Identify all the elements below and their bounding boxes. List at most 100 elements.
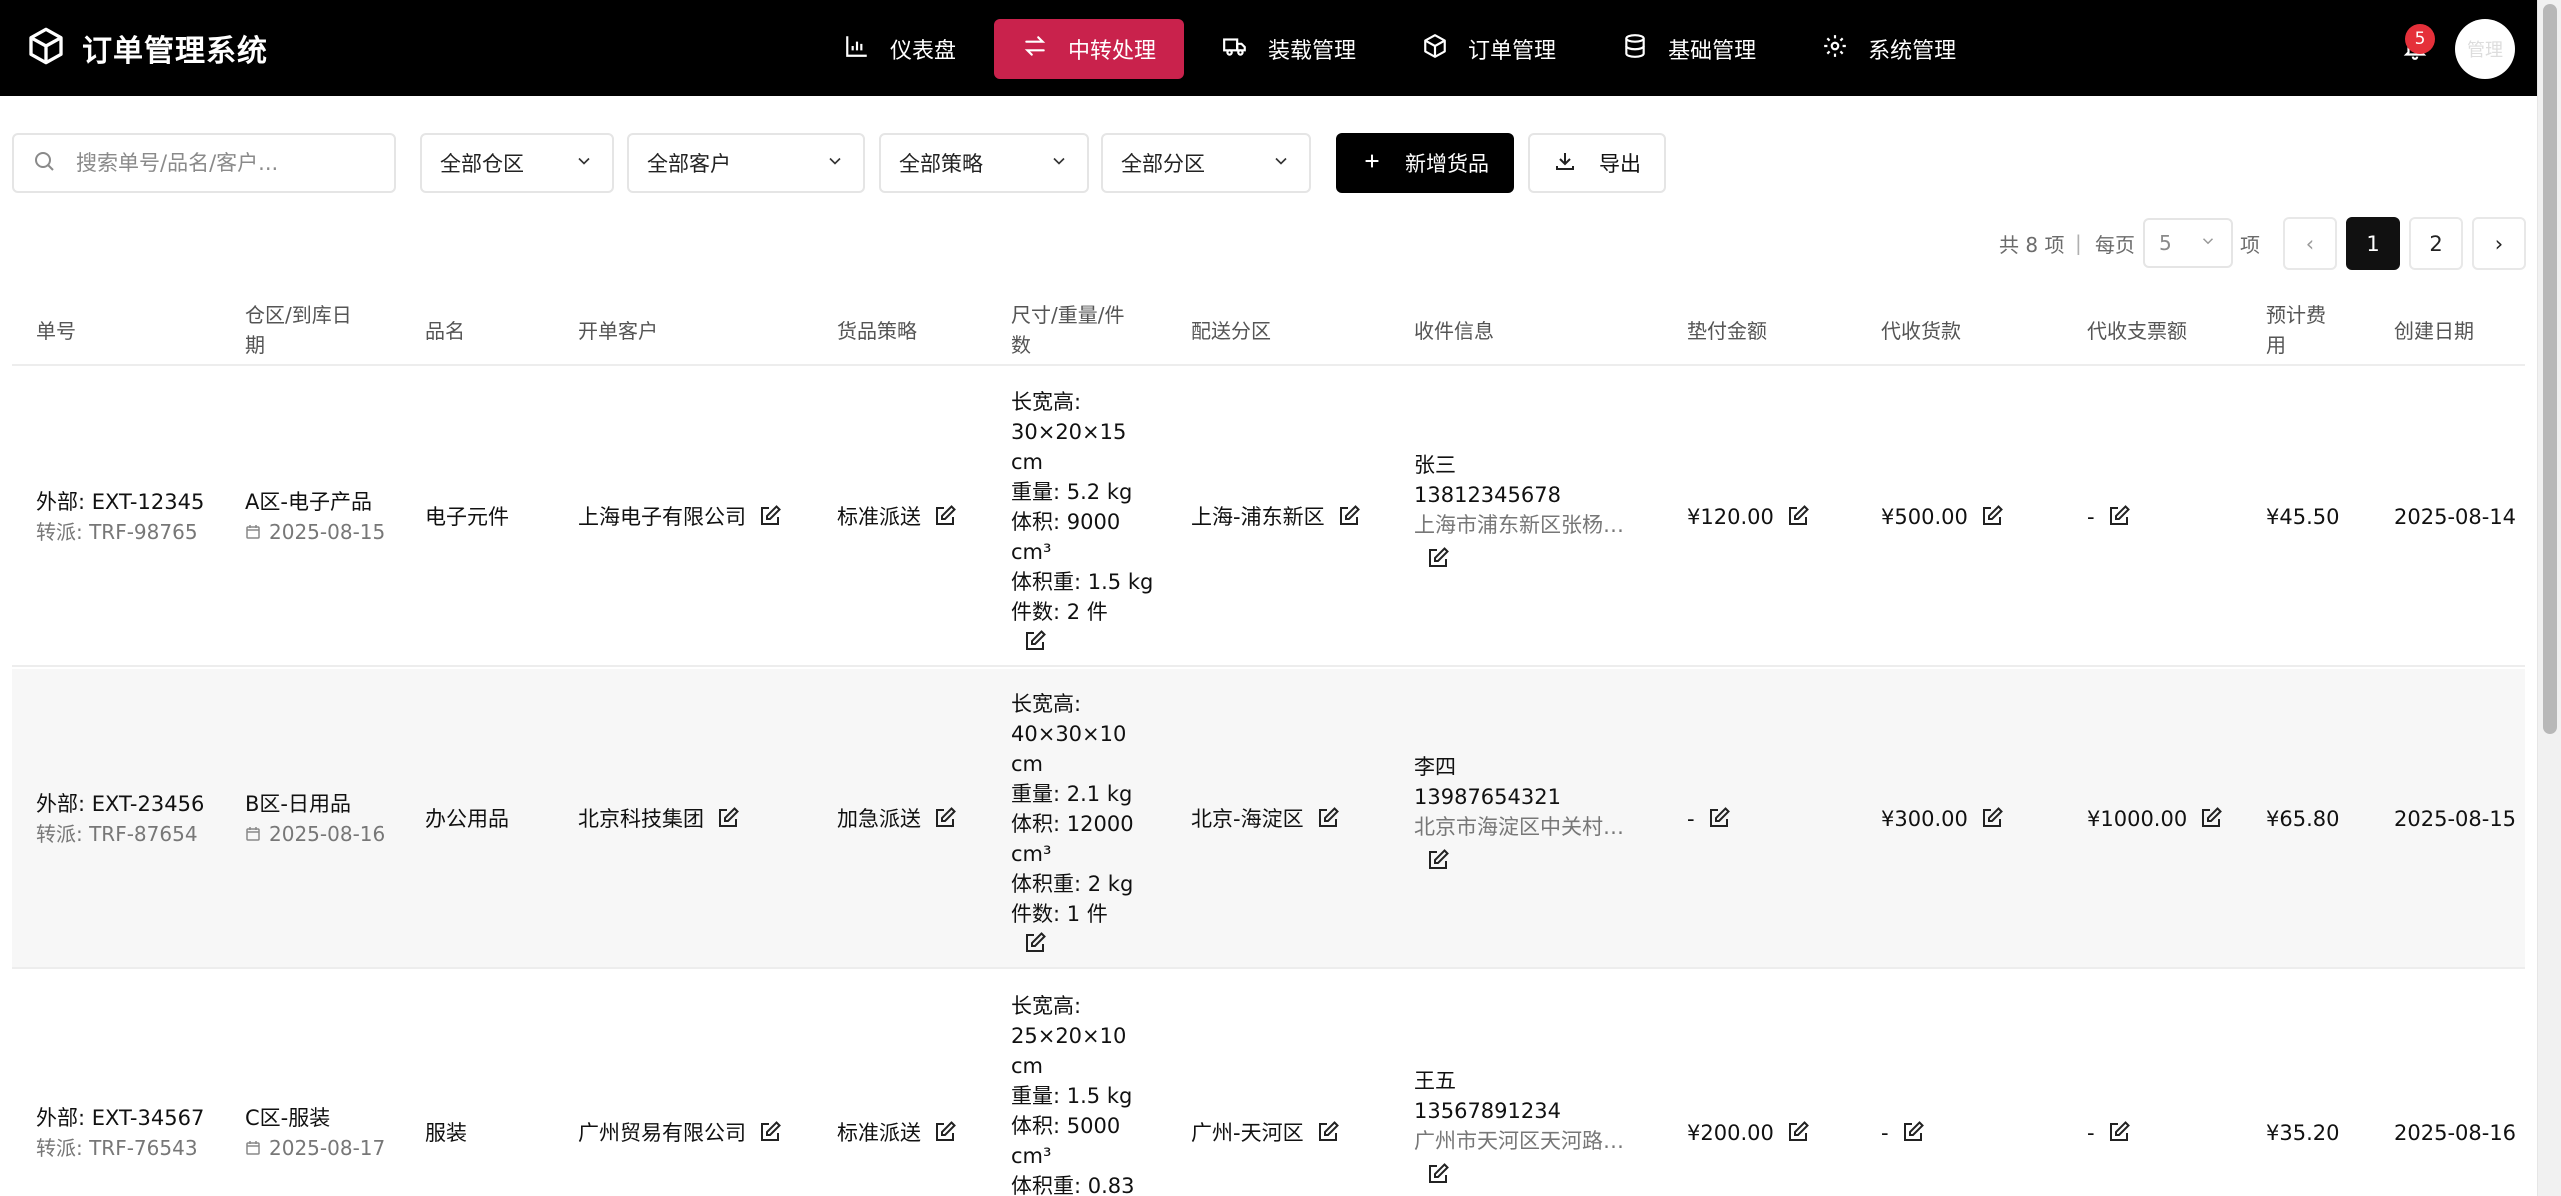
add-goods-button[interactable]: 新增货品 — [1336, 133, 1514, 193]
strategy-value: 标准派送 — [837, 505, 921, 529]
pager-separator: | — [2075, 231, 2082, 255]
dims-cell: 长宽高: 40×30×10 cm 重量: 2.1 kg 体积: 12000 cm… — [1011, 689, 1161, 959]
col-header-warehouse[interactable]: 仓区/到库日期 — [245, 300, 365, 360]
package-icon — [1422, 33, 1468, 65]
search-box[interactable] — [12, 133, 396, 193]
dims-label: 长宽高: — [1011, 692, 1082, 716]
dims-cell: 长宽高: 30×20×15 cm 重量: 5.2 kg 体积: 9000 cm³… — [1011, 387, 1161, 657]
edit-icon[interactable] — [2199, 806, 2223, 830]
nav-item-dashboard[interactable]: 仪表盘 — [816, 19, 984, 79]
edit-icon[interactable] — [1786, 1120, 1810, 1144]
zone-filter-select[interactable]: 全部分区 — [1101, 133, 1311, 193]
avatar[interactable]: 管理 — [2455, 19, 2515, 79]
vertical-scrollbar[interactable] — [2537, 0, 2561, 1196]
chevron-down-icon — [1271, 151, 1291, 176]
nav-item-system[interactable]: 系统管理 — [1794, 19, 1984, 79]
top-navigation-bar: 订单管理系统 仪表盘 中转处理 装载管理 订单管理 基础管理 系统管理 5 管理 — [0, 0, 2561, 96]
edit-icon[interactable] — [1316, 1120, 1340, 1144]
col-header-zone[interactable]: 配送分区 — [1191, 316, 1271, 346]
volume-unit: cm³ — [1011, 842, 1052, 866]
prev-page-button[interactable]: ‹ — [2283, 217, 2337, 270]
col-header-cod[interactable]: 代收货款 — [1881, 316, 1961, 346]
cod-value: ¥300.00 — [1881, 807, 1968, 831]
chevron-down-icon — [1049, 151, 1069, 176]
warehouse-area: A区-电子产品 — [245, 490, 372, 514]
col-header-strategy[interactable]: 货品策略 — [837, 316, 917, 346]
brand[interactable]: 订单管理系统 — [26, 26, 268, 70]
strategy-cell: 标准派送 — [837, 1118, 957, 1148]
edit-icon[interactable] — [933, 504, 957, 528]
col-header-fee[interactable]: 预计费用 — [2266, 300, 2336, 360]
table-row: 外部: EXT-34567 转派: TRF-76543 C区-服装 2025-0… — [12, 971, 2525, 1196]
page-button-1[interactable]: 1 — [2346, 217, 2400, 270]
edit-icon[interactable] — [933, 806, 957, 830]
nav-item-base[interactable]: 基础管理 — [1594, 19, 1784, 79]
next-page-button[interactable]: › — [2472, 217, 2526, 270]
edit-icon[interactable] — [1707, 806, 1731, 830]
edit-icon[interactable] — [1980, 504, 2004, 528]
page-size-select[interactable]: 5 — [2143, 218, 2233, 268]
edit-icon[interactable] — [1901, 1120, 1925, 1144]
product-name: 电子元件 — [425, 505, 509, 529]
table-row: 外部: EXT-23456 转派: TRF-87654 B区-日用品 2025-… — [12, 669, 2525, 969]
weight-value: 重量: 5.2 kg — [1011, 480, 1133, 504]
col-header-cheque[interactable]: 代收支票额 — [2087, 316, 2187, 346]
edit-icon[interactable] — [1316, 806, 1340, 830]
receiver-phone: 13812345678 — [1414, 483, 1561, 507]
scrollbar-thumb[interactable] — [2543, 4, 2557, 734]
edit-icon[interactable] — [758, 504, 782, 528]
weight-value: 重量: 1.5 kg — [1011, 1084, 1133, 1108]
strategy-filter-select[interactable]: 全部策略 — [879, 133, 1089, 193]
edit-icon[interactable] — [1023, 931, 1047, 955]
nav-item-orders[interactable]: 订单管理 — [1394, 19, 1584, 79]
nav-item-label: 中转处理 — [1068, 39, 1157, 64]
warehouse-filter-select[interactable]: 全部仓区 — [420, 133, 614, 193]
col-header-product[interactable]: 品名 — [425, 316, 465, 346]
volume-value: 体积: 5000 — [1011, 1114, 1121, 1138]
add-goods-label: 新增货品 — [1405, 152, 1489, 176]
edit-icon[interactable] — [1426, 848, 1450, 872]
customer-filter-select[interactable]: 全部客户 — [627, 133, 865, 193]
warehouse-cell: B区-日用品 2025-08-16 — [245, 789, 385, 849]
nav-item-loading[interactable]: 装载管理 — [1194, 19, 1384, 79]
receiver-phone: 13987654321 — [1414, 785, 1561, 809]
edit-icon[interactable] — [716, 806, 740, 830]
customer-name: 广州贸易有限公司 — [578, 1121, 746, 1145]
advance-value: ¥200.00 — [1687, 1121, 1774, 1145]
pieces-value: 件数: 2 件 — [1011, 600, 1108, 624]
customer-cell: 北京科技集团 — [578, 804, 740, 834]
edit-icon[interactable] — [1337, 504, 1361, 528]
edit-icon[interactable] — [1980, 806, 2004, 830]
external-order-no: 外部: EXT-34567 — [36, 1106, 205, 1130]
volume-value: 体积: 9000 — [1011, 510, 1121, 534]
edit-icon[interactable] — [1426, 546, 1450, 570]
strategy-value: 标准派送 — [837, 1121, 921, 1145]
edit-icon[interactable] — [933, 1120, 957, 1144]
page-button-2[interactable]: 2 — [2409, 217, 2463, 270]
edit-icon[interactable] — [1786, 504, 1810, 528]
dims-value: 40×30×10 cm — [1011, 722, 1127, 776]
edit-icon[interactable] — [2107, 1120, 2131, 1144]
edit-icon[interactable] — [2107, 504, 2131, 528]
nav-item-transfer[interactable]: 中转处理 — [994, 19, 1185, 79]
strategy-value: 加急派送 — [837, 807, 921, 831]
volume-weight-value: 体积重: 1.5 kg — [1011, 570, 1154, 594]
col-header-receiver[interactable]: 收件信息 — [1414, 316, 1494, 346]
col-header-created[interactable]: 创建日期 — [2394, 316, 2474, 346]
edit-icon[interactable] — [1023, 629, 1047, 653]
col-header-advance[interactable]: 垫付金额 — [1687, 316, 1767, 346]
col-header-dims[interactable]: 尺寸/重量/件数 — [1011, 300, 1141, 360]
col-header-customer[interactable]: 开单客户 — [578, 316, 658, 346]
warehouse-area: B区-日用品 — [245, 792, 351, 816]
col-header-order-no[interactable]: 单号 — [36, 316, 76, 346]
export-label: 导出 — [1599, 152, 1641, 176]
calendar-icon — [245, 1134, 261, 1155]
dims-cell: 长宽高: 25×20×10 cm 重量: 1.5 kg 体积: 5000 cm³… — [1011, 991, 1161, 1196]
export-button[interactable]: 导出 — [1528, 133, 1666, 193]
search-input[interactable] — [76, 151, 376, 175]
edit-icon[interactable] — [758, 1120, 782, 1144]
cheque-cell: - — [2087, 1118, 2131, 1148]
dims-value: 30×20×15 cm — [1011, 420, 1127, 474]
zone-value: 北京-海淀区 — [1191, 807, 1304, 831]
edit-icon[interactable] — [1426, 1162, 1450, 1186]
